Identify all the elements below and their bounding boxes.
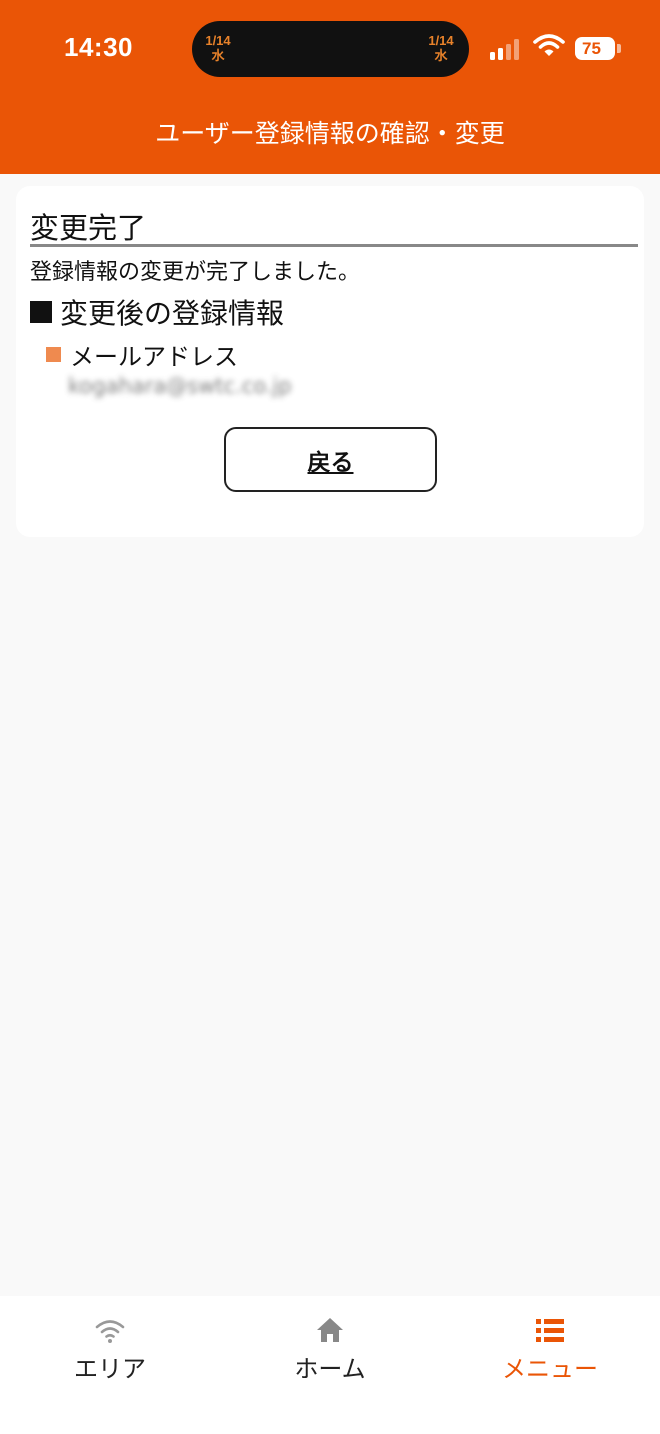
email-label: メールアドレス [46, 337, 238, 372]
status-bar: 14:30 1/14 水 1/14 水 75 [0, 0, 660, 100]
island-date-left: 1/14 水 [198, 33, 238, 63]
status-time: 14:30 [64, 32, 133, 62]
island-date-left-value: 1/14 [205, 33, 231, 48]
wifi-status-icon [533, 34, 565, 56]
tab-home-label: ホーム [294, 1355, 366, 1383]
registered-info-heading-text: 変更後の登録情報 [60, 297, 285, 330]
dynamic-island: 1/14 水 1/14 水 [192, 21, 469, 77]
tab-area-label: エリア [74, 1355, 146, 1383]
island-date-right-value: 1/14 [428, 33, 454, 48]
email-value: kogahara@swtc.co.jp [68, 374, 292, 398]
email-label-text: メールアドレス [70, 343, 238, 371]
wifi-icon [95, 1320, 125, 1343]
orange-bullet-icon [46, 347, 61, 362]
battery-icon: 75 [575, 37, 615, 60]
app-header: 14:30 1/14 水 1/14 水 75 ユーザー登録情報の確認・変更 [0, 0, 660, 174]
back-button[interactable]: 戻る [224, 427, 437, 492]
island-date-right: 1/14 水 [421, 33, 461, 63]
registered-info-heading: 変更後の登録情報 [30, 292, 284, 332]
battery-cap [617, 44, 621, 53]
island-day-right: 水 [434, 48, 448, 63]
page-title: ユーザー登録情報の確認・変更 [155, 119, 505, 148]
tab-area[interactable]: エリア [0, 1296, 220, 1406]
home-icon [317, 1318, 343, 1342]
section-divider [30, 244, 638, 247]
island-day-left: 水 [211, 48, 225, 63]
tab-menu[interactable]: メニュー [440, 1296, 660, 1406]
section-title: 変更完了 [30, 211, 147, 245]
bottom-tab-bar: エリア ホーム メニュー [0, 1296, 660, 1434]
tab-menu-label: メニュー [502, 1355, 598, 1383]
completion-message: 登録情報の変更が完了しました。 [30, 260, 361, 285]
list-icon [536, 1319, 564, 1342]
battery-level: 75 [582, 39, 601, 58]
cellular-signal-icon [490, 38, 524, 60]
square-bullet-icon [30, 301, 52, 323]
tab-home[interactable]: ホーム [220, 1296, 440, 1406]
